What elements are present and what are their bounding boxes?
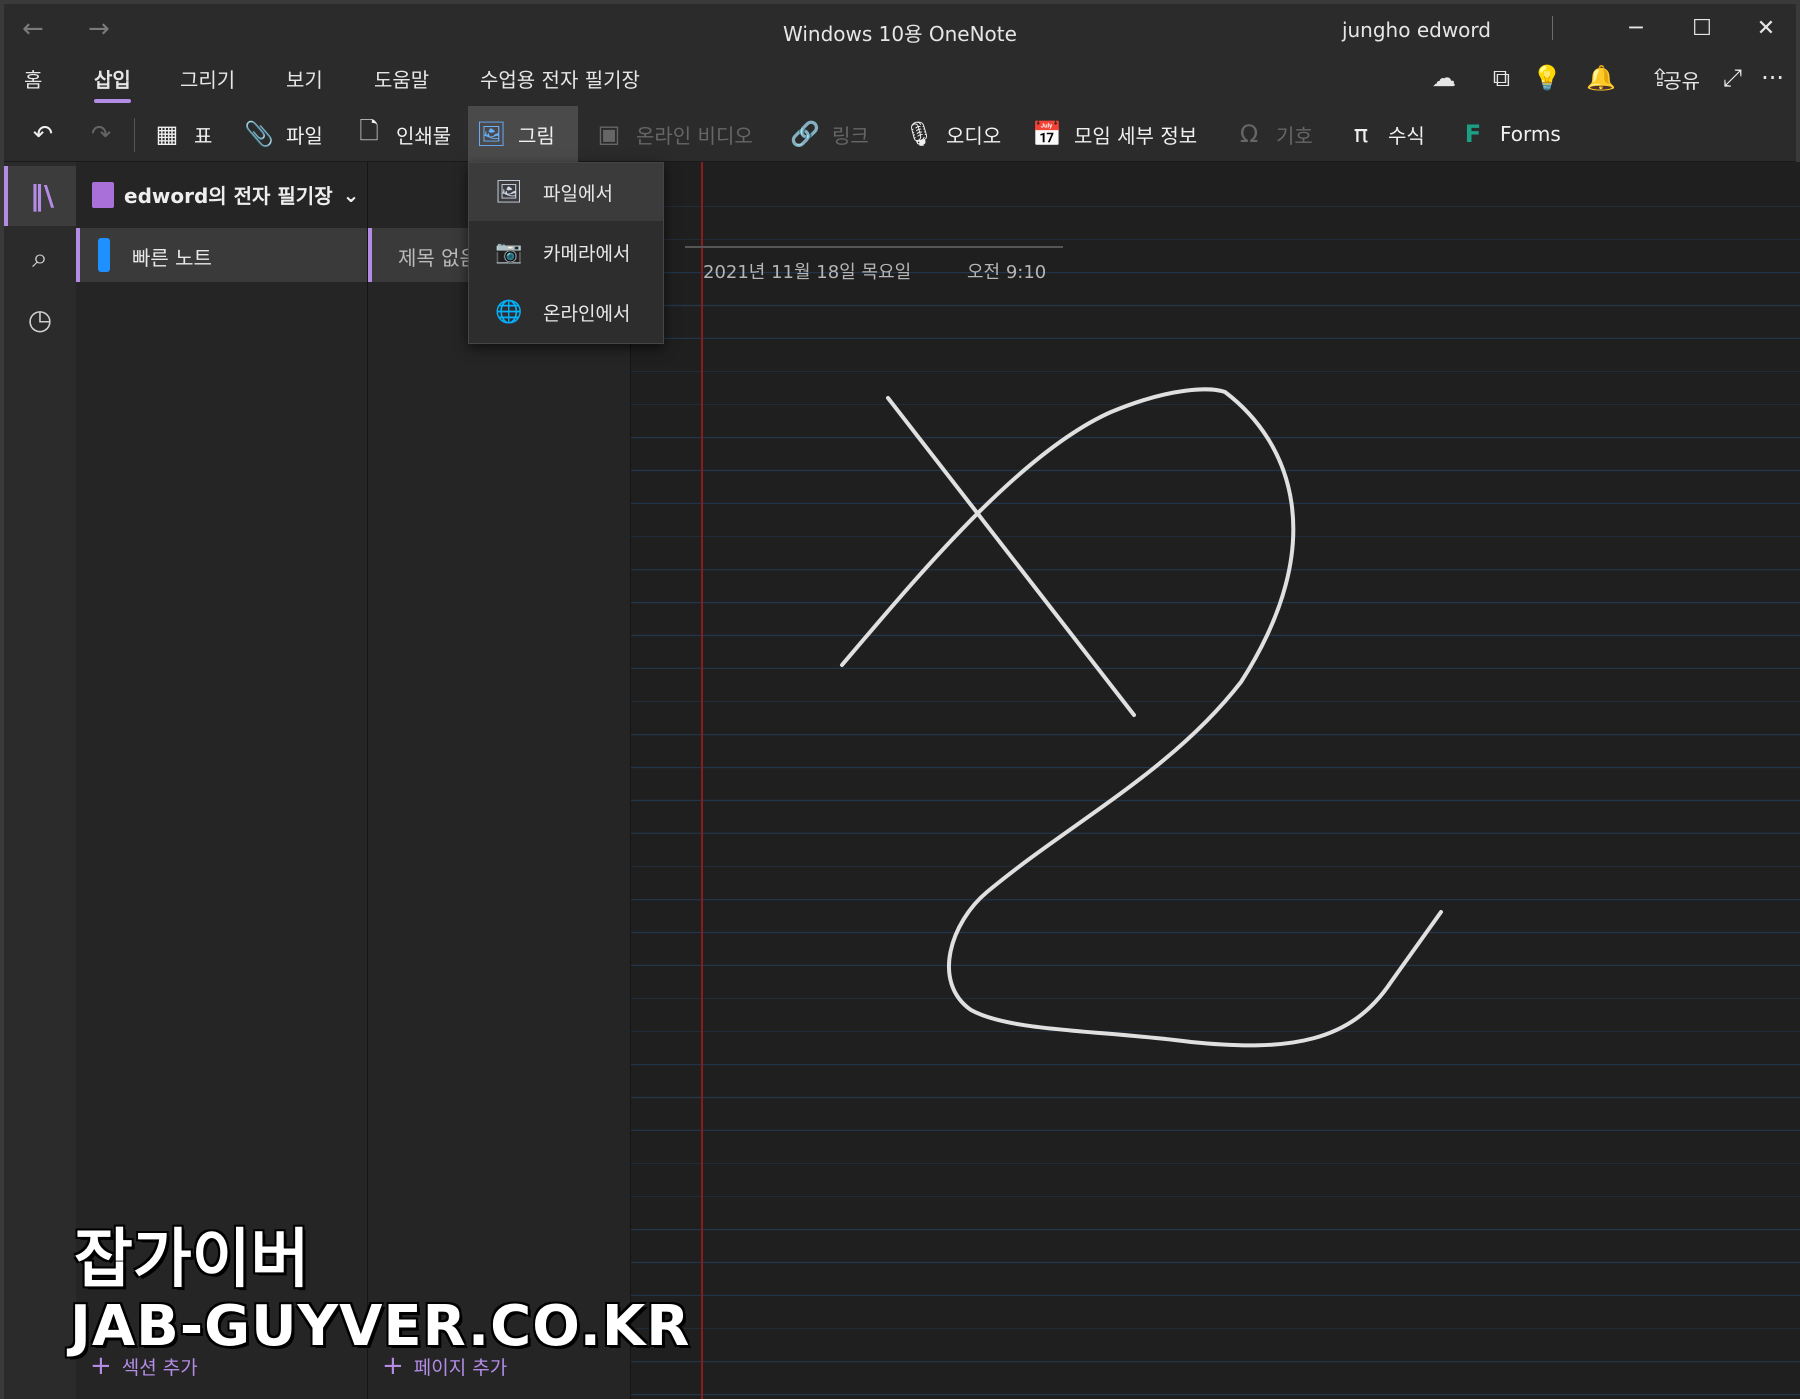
bell-icon[interactable]: 🔔 (1586, 64, 1616, 92)
title-bar: ← → Windows 10용 OneNote jungho edword ─ … (4, 4, 1796, 56)
audio-label: 오디오 (946, 123, 1002, 148)
omega-icon: Ω (1239, 120, 1259, 148)
menu-item-label: 온라인에서 (543, 302, 631, 325)
tab-home[interactable]: 홈 (24, 64, 42, 99)
watermark-url: JAB-GUYVER.CO.KR (70, 1294, 691, 1359)
table-label: 표 (194, 123, 213, 148)
menu-item-from-file[interactable]: 🖼 파일에서 (469, 163, 663, 221)
picture-dropdown-menu: 🖼 파일에서 📷 카메라에서 🌐 온라인에서 (468, 162, 664, 344)
undo-button[interactable]: ↶ (20, 106, 66, 162)
pi-icon: π (1353, 120, 1369, 148)
notebook-selector[interactable]: edword의 전자 필기장 ⌄ (92, 180, 359, 209)
redo-button[interactable]: ↷ (78, 106, 124, 162)
notebook-name: edword의 전자 필기장 (124, 184, 333, 208)
menu-item-from-online[interactable]: 🌐 온라인에서 (469, 283, 663, 341)
menu-item-label: 카메라에서 (543, 242, 631, 265)
maximize-button[interactable]: ☐ (1672, 10, 1732, 48)
undo-icon: ↶ (32, 120, 54, 148)
page-canvas[interactable]: 2021년 11월 18일 목요일 오전 9:10 (631, 162, 1800, 1399)
calendar-icon: 📅 (1032, 120, 1062, 148)
watermark-title: 잡가이버 (74, 1223, 310, 1297)
menu-item-from-camera[interactable]: 📷 카메라에서 (469, 223, 663, 281)
redo-icon: ↷ (90, 120, 112, 148)
equation-label: 수식 (1388, 123, 1425, 148)
file-button[interactable]: 📎 파일 (236, 106, 331, 162)
online-image-icon: 🌐 (495, 299, 523, 325)
meeting-details-button[interactable]: 📅 모임 세부 정보 (1024, 106, 1205, 162)
meeting-label: 모임 세부 정보 (1074, 123, 1198, 148)
tab-draw[interactable]: 그리기 (180, 64, 235, 99)
online-video-label: 온라인 비디오 (636, 123, 753, 148)
audio-record-icon: 🎙 (904, 120, 935, 148)
search-icon[interactable]: ⌕ (4, 228, 76, 288)
document-icon: 🗋 (359, 116, 379, 145)
sync-status-icon[interactable]: ☁ (1432, 64, 1456, 92)
section-label: 빠른 노트 (132, 246, 212, 270)
menu-item-label: 파일에서 (543, 182, 613, 205)
link-button[interactable]: 🔗 링크 (782, 106, 877, 162)
chevron-down-icon: ⌄ (342, 182, 360, 207)
section-item[interactable]: 빠른 노트 (76, 228, 367, 282)
section-color-tab (98, 238, 110, 272)
share-button[interactable]: 공유 (1663, 65, 1700, 94)
equation-button[interactable]: π 수식 (1338, 106, 1433, 162)
printout-button[interactable]: 🗋 인쇄물 (346, 106, 459, 162)
table-button[interactable]: ▦ 표 (144, 106, 220, 162)
symbol-button[interactable]: Ω 기호 (1226, 106, 1321, 162)
toolbar-separator (134, 118, 135, 152)
more-options-icon[interactable]: ··· (1761, 64, 1784, 92)
notebook-icon (92, 181, 114, 208)
expand-icon[interactable]: ⤢ (1723, 64, 1742, 92)
tab-view[interactable]: 보기 (286, 64, 323, 99)
image-icon: 🖼 (476, 120, 507, 148)
paperclip-icon: 📎 (244, 120, 274, 148)
insert-toolbar: ↶ ↷ ▦ 표 📎 파일 🗋 인쇄물 🖼 그림 ▣ 온라인 비디오 🔗 링크 🎙 오디오 📅 모… (4, 106, 1796, 162)
link-icon: 🔗 (790, 120, 820, 148)
title-separator (1552, 16, 1553, 40)
recent-clock-icon[interactable]: ◷ (4, 290, 76, 350)
online-video-button[interactable]: ▣ 온라인 비디오 (586, 106, 761, 162)
minimize-button[interactable]: ─ (1606, 10, 1666, 48)
notebooks-icon[interactable]: ‖\ (4, 166, 76, 226)
picture-label: 그림 (518, 123, 555, 148)
camera-icon: 📷 (495, 239, 523, 265)
window-title: Windows 10용 OneNote (783, 22, 1017, 46)
picture-button[interactable]: 🖼 그림 (468, 106, 578, 162)
symbol-label: 기호 (1276, 123, 1313, 148)
image-icon: 🖼 (495, 179, 523, 205)
forms-label: Forms (1500, 122, 1561, 146)
file-label: 파일 (286, 123, 323, 148)
page-list-icon[interactable]: ⧉ (1493, 64, 1510, 92)
table-icon: ▦ (155, 120, 179, 148)
link-label: 링크 (832, 123, 869, 148)
pages-pane: 제목 없음 + 페이지 추가 (368, 162, 631, 1399)
account-name[interactable]: jungho edword (1342, 18, 1491, 42)
close-button[interactable]: ✕ (1736, 10, 1796, 48)
audio-button[interactable]: 🎙 오디오 (896, 106, 1009, 162)
video-icon: ▣ (597, 120, 621, 148)
ribbon-tabs: 홈 삽입 그리기 보기 도움말 수업용 전자 필기장 ☁ ⧉ 💡 🔔 ⇪ 공유 … (4, 56, 1796, 106)
lightbulb-icon[interactable]: 💡 (1532, 64, 1562, 92)
printout-label: 인쇄물 (396, 123, 452, 148)
ink-drawing[interactable] (631, 162, 1800, 1399)
forms-icon: F (1464, 120, 1482, 148)
onenote-window: ← → Windows 10용 OneNote jungho edword ─ … (0, 0, 1800, 1399)
navigation-rail: ‖\ ⌕ ◷ (4, 162, 76, 1399)
tab-class-notebook[interactable]: 수업용 전자 필기장 (480, 64, 640, 99)
tab-help[interactable]: 도움말 (374, 64, 429, 99)
tab-insert[interactable]: 삽입 (94, 64, 131, 103)
forms-button[interactable]: F Forms (1450, 106, 1569, 162)
